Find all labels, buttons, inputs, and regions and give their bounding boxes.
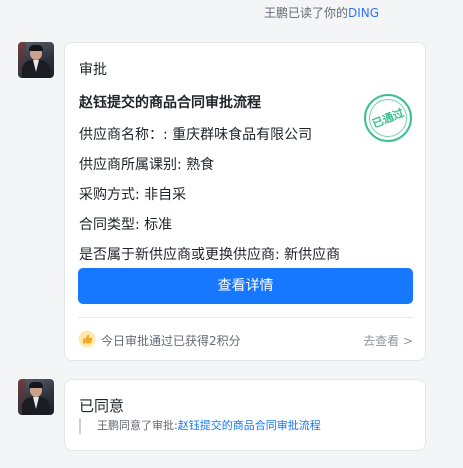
approval-link[interactable]: 赵钰提交的商品合同审批流程: [178, 419, 321, 432]
stamp-text: 已通过: [370, 105, 406, 130]
new-supplier-field: 是否属于新供应商或更换供应商: 新供应商: [79, 247, 341, 263]
purchase-method-field: 采购方式: 非自采: [79, 187, 187, 203]
read-receipt-text: 王鹏已读了你的: [263, 6, 348, 20]
card-divider: [78, 317, 413, 318]
agree-card[interactable]: 已同意 王鹏同意了审批:赵钰提交的商品合同审批流程: [64, 379, 426, 451]
view-points-link[interactable]: 去查看 >: [363, 332, 413, 349]
sender-avatar-2[interactable]: [18, 379, 54, 415]
sender-avatar[interactable]: [18, 42, 54, 78]
read-receipt: 王鹏已读了你的DING: [0, 4, 463, 21]
agree-quote: 王鹏同意了审批:赵钰提交的商品合同审批流程: [79, 418, 321, 434]
agree-title: 已同意: [79, 397, 125, 415]
approval-title: 赵钰提交的商品合同审批流程: [79, 95, 261, 111]
view-details-button[interactable]: 查看详情: [78, 268, 413, 304]
reward-row: 今日审批通过已获得2积分 去查看 >: [78, 330, 413, 350]
avatar-hair: [29, 45, 43, 51]
supplier-name-field: 供应商名称：: 重庆群味食品有限公司: [79, 127, 313, 143]
supplier-category-field: 供应商所属课别: 熟食: [79, 157, 215, 173]
avatar-hair: [29, 382, 43, 388]
contract-type-field: 合同类型: 标准: [79, 217, 173, 233]
thumbs-up-icon: [78, 330, 96, 348]
agree-quote-prefix: 王鹏同意了审批:: [97, 419, 178, 432]
approval-card[interactable]: 审批 赵钰提交的商品合同审批流程 已通过 供应商名称：: 重庆群味食品有限公司 …: [64, 42, 426, 361]
approved-stamp-icon: 已通过: [364, 94, 412, 142]
ding-link[interactable]: DING: [348, 6, 379, 20]
reward-text: 今日审批通过已获得2积分: [101, 334, 241, 348]
card-type-label: 审批: [79, 62, 107, 78]
